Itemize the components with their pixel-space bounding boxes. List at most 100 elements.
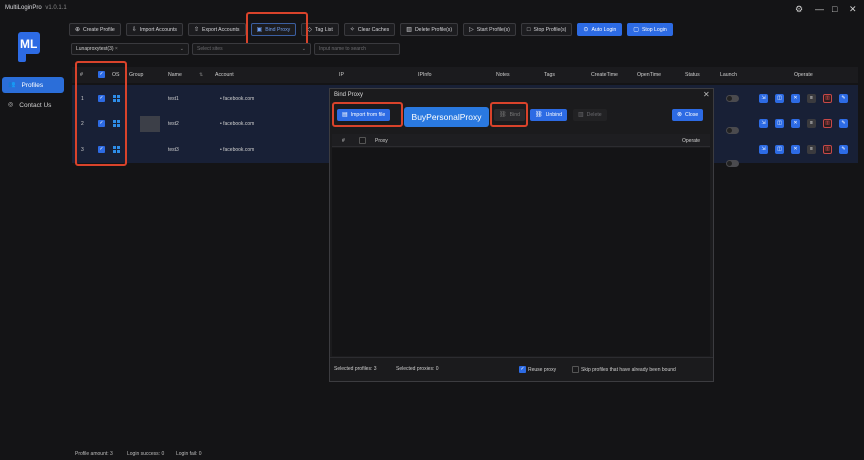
- proxy-select-all-checkbox[interactable]: [359, 137, 366, 144]
- proxy-col-operate: Operate: [682, 138, 701, 144]
- open-icon[interactable]: ⇲: [759, 94, 768, 103]
- create-profile-button[interactable]: ⊕ Create Profile: [69, 23, 121, 36]
- sidebar-item-label: Contact Us: [19, 101, 52, 109]
- clear-caches-button[interactable]: ✧ Clear Caches: [343, 23, 396, 36]
- col-tags: Tags: [544, 72, 555, 78]
- check-circle-icon: ⊙: [583, 26, 589, 33]
- cookie-icon[interactable]: ◫: [775, 145, 784, 154]
- site-select[interactable]: Select sites ⌄: [192, 43, 311, 55]
- sidebar-item-label: Profiles: [21, 81, 44, 89]
- stop-profiles-button[interactable]: □ Stop Profile(s): [520, 23, 573, 36]
- skip-bound-label: Skip profiles that have already been bou…: [581, 367, 676, 373]
- group-select[interactable]: Lunaproxytest(3) × ⌄: [71, 43, 189, 55]
- col-notes: Notes: [496, 72, 510, 78]
- edit-icon[interactable]: ✎: [839, 145, 848, 154]
- open-icon[interactable]: ⇲: [759, 119, 768, 128]
- app-logo: ML: [14, 30, 44, 64]
- unbind-button[interactable]: ⛓ Unbind: [530, 109, 568, 121]
- export-accounts-button[interactable]: ⇧ Export Accounts: [187, 23, 246, 36]
- row-operate: ⇲ ◫ ✕ ≡ ▥ ✎: [759, 119, 848, 128]
- trash-icon: ▥: [578, 112, 584, 118]
- col-createtime[interactable]: CreateTime: [591, 72, 618, 78]
- delete-icon[interactable]: ▥: [823, 145, 832, 154]
- minimize-button[interactable]: —: [815, 3, 824, 15]
- row-name: test3: [168, 147, 179, 153]
- login-fail: Login fail: 0: [176, 451, 202, 457]
- cookie-icon[interactable]: ◫: [775, 94, 784, 103]
- start-profiles-button[interactable]: ▷ Start Profile(s): [463, 23, 516, 36]
- close-button[interactable]: ✕: [849, 3, 857, 15]
- row-name: test1: [168, 96, 179, 102]
- row-operate: ⇲ ◫ ✕ ≡ ▥ ✎: [759, 145, 848, 154]
- skip-bound-checkbox[interactable]: [572, 366, 579, 373]
- svg-text:ML: ML: [20, 37, 37, 51]
- launch-toggle[interactable]: [726, 160, 739, 167]
- menu-icon[interactable]: ≡: [807, 119, 816, 128]
- reuse-proxy-checkbox[interactable]: ✓: [519, 366, 526, 373]
- broom-icon: ✧: [349, 26, 355, 33]
- col-status: Status: [685, 72, 700, 78]
- maximize-button[interactable]: □: [832, 3, 837, 15]
- reuse-proxy-label: Reuse proxy: [528, 367, 557, 373]
- proxy-table-header: [332, 134, 710, 147]
- dialog-close-button[interactable]: ⊗ Close: [672, 109, 704, 121]
- blurred-group-image: [140, 116, 160, 132]
- sort-icon[interactable]: ⇅: [199, 72, 203, 78]
- row-name: test2: [168, 121, 179, 127]
- toolbar: ⊕ Create Profile ⇩ Import Accounts ⇧ Export…: [69, 23, 673, 36]
- col-opentime[interactable]: OpenTime: [637, 72, 661, 78]
- title-bar: [0, 0, 864, 18]
- chevron-down-icon: ⌄: [301, 46, 306, 52]
- delete-icon[interactable]: ▥: [823, 119, 832, 128]
- stop-login-button[interactable]: ▢ Stop Login: [627, 23, 673, 36]
- menu-icon[interactable]: ≡: [807, 94, 816, 103]
- delete-profiles-button[interactable]: ▥ Delete Profile(s): [400, 23, 459, 36]
- plus-icon: ⊕: [75, 26, 81, 33]
- row-operate: ⇲ ◫ ✕ ≡ ▥ ✎: [759, 94, 848, 103]
- unlink-icon: ⛓: [535, 112, 543, 118]
- stop-icon: □: [526, 26, 531, 33]
- open-icon[interactable]: ⇲: [759, 145, 768, 154]
- contact-icon: ◎: [8, 102, 14, 108]
- selected-proxies: Selected proxies: 0: [396, 366, 439, 372]
- selected-profiles: Selected profiles: 3: [334, 366, 377, 372]
- clear-icon[interactable]: ×: [115, 46, 118, 52]
- gear-icon[interactable]: ⚙: [795, 3, 803, 15]
- tools-icon[interactable]: ✕: [791, 119, 800, 128]
- close-icon[interactable]: ✕: [703, 90, 710, 99]
- col-ip: IP: [339, 72, 344, 78]
- col-name[interactable]: Name: [168, 72, 182, 78]
- table-header: [72, 67, 858, 83]
- highlight-box: [246, 12, 308, 46]
- auto-login-button[interactable]: ⊙ Auto Login: [577, 23, 623, 36]
- stop-icon: ▢: [633, 26, 639, 33]
- proxy-col-proxy: Proxy: [375, 138, 388, 144]
- col-operate: Operate: [794, 72, 813, 78]
- import-icon: ⇩: [131, 26, 137, 33]
- proxy-col-num: #: [342, 138, 345, 144]
- cookie-icon[interactable]: ◫: [775, 119, 784, 128]
- col-launch: Launch: [720, 72, 738, 78]
- launch-toggle[interactable]: [726, 127, 739, 134]
- dialog-title: Bind Proxy: [334, 92, 364, 98]
- highlight-box: [75, 61, 127, 166]
- close-circle-icon: ⊗: [677, 112, 683, 118]
- row-account: • facebook.com: [220, 147, 255, 153]
- search-input[interactable]: Input name to search: [314, 43, 400, 55]
- buy-personal-proxy-button[interactable]: BuyPersonalProxy: [404, 107, 489, 127]
- import-accounts-button[interactable]: ⇩ Import Accounts: [125, 23, 183, 36]
- edit-icon[interactable]: ✎: [839, 94, 848, 103]
- edit-icon[interactable]: ✎: [839, 119, 848, 128]
- delete-icon[interactable]: ▥: [823, 94, 832, 103]
- menu-icon[interactable]: ≡: [807, 145, 816, 154]
- tools-icon[interactable]: ✕: [791, 145, 800, 154]
- app-title: MultiLoginPro v1.0.1.1: [5, 5, 67, 11]
- profile-amount: Profile amount: 3: [75, 451, 113, 457]
- row-account: • facebook.com: [220, 96, 255, 102]
- sidebar-item-profiles[interactable]: 👥 Profiles: [2, 77, 64, 93]
- tools-icon[interactable]: ✕: [791, 94, 800, 103]
- sidebar-item-contact-us[interactable]: ◎ Contact Us: [2, 97, 64, 113]
- delete-button[interactable]: ▥ Delete: [573, 109, 607, 121]
- highlight-box: [332, 102, 403, 127]
- launch-toggle[interactable]: [726, 95, 739, 102]
